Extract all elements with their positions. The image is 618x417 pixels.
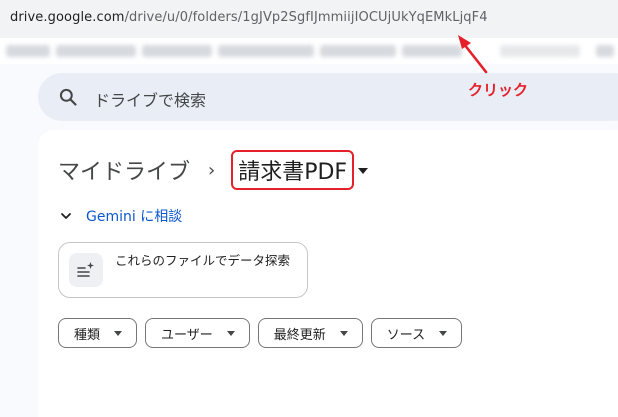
chevron-down-icon[interactable] bbox=[60, 210, 72, 222]
bookmark-blur bbox=[320, 45, 396, 57]
bookmark-blur bbox=[596, 45, 614, 57]
bookmark-blur bbox=[218, 45, 314, 57]
search-icon[interactable] bbox=[58, 87, 78, 107]
gemini-label-suffix: に相談 bbox=[135, 209, 183, 225]
filter-bar: 種類 ユーザー 最終更新 ソース bbox=[58, 318, 463, 348]
gemini-brand: Gemini bbox=[86, 209, 136, 225]
breadcrumb: マイドライブ › 請求書PDF bbox=[58, 150, 369, 190]
breadcrumb-my-drive[interactable]: マイドライブ bbox=[58, 154, 190, 186]
breadcrumb-separator: › bbox=[208, 159, 216, 181]
url-domain: drive.google.com bbox=[10, 10, 125, 25]
search-input[interactable]: ドライブで検索 bbox=[94, 87, 206, 111]
list-sparkle-icon bbox=[77, 262, 94, 277]
filter-type[interactable]: 種類 bbox=[58, 318, 138, 348]
bookmarks-bar bbox=[0, 38, 618, 64]
explore-data-suggestion[interactable]: これらのファイルでデータ探索 bbox=[58, 242, 308, 298]
content-card: マイドライブ › 請求書PDF Gemini に相談 これらのファイルでデータ探… bbox=[38, 130, 618, 417]
filter-label: 種類 bbox=[74, 327, 101, 343]
filter-modified[interactable]: 最終更新 bbox=[257, 318, 363, 348]
explore-data-label: これらのファイルでデータ探索 bbox=[115, 253, 291, 268]
address-bar[interactable]: drive.google.com/drive/u/0/folders/1gJVp… bbox=[0, 0, 618, 38]
bookmark-blur bbox=[56, 45, 136, 57]
filter-source[interactable]: ソース bbox=[370, 318, 463, 348]
search-bar[interactable]: ドライブで検索 bbox=[38, 73, 618, 121]
caret-down-icon[interactable] bbox=[358, 168, 369, 174]
breadcrumb-current-folder[interactable]: 請求書PDF bbox=[231, 150, 355, 190]
caret-down-icon bbox=[114, 330, 123, 336]
filter-people[interactable]: ユーザー bbox=[145, 318, 250, 348]
gemini-ask-label: Gemini に相談 bbox=[86, 206, 182, 226]
filter-label: 最終更新 bbox=[273, 327, 326, 343]
gemini-ask-toggle[interactable]: Gemini に相談 bbox=[60, 206, 182, 226]
bookmark-blur bbox=[6, 45, 50, 57]
filter-label: ユーザー bbox=[161, 327, 213, 343]
bookmark-blur bbox=[142, 45, 212, 57]
screenshot: drive.google.com/drive/u/0/folders/1gJVp… bbox=[0, 0, 618, 417]
bookmark-blur bbox=[500, 45, 580, 57]
url-text[interactable]: drive.google.com/drive/u/0/folders/1gJVp… bbox=[10, 10, 488, 25]
caret-down-icon bbox=[439, 330, 448, 336]
annotation-click-label: クリック bbox=[468, 81, 529, 99]
caret-down-icon bbox=[339, 330, 348, 336]
url-path: /drive/u/0/folders/1gJVp2SgfIJmmiijIOCUj… bbox=[124, 10, 488, 25]
filter-label: ソース bbox=[386, 327, 426, 343]
caret-down-icon bbox=[226, 330, 235, 336]
bookmark-blur bbox=[402, 45, 462, 57]
list-sparkle-icon-box bbox=[69, 253, 103, 287]
drive-app: ドライブで検索 マイドライブ › 請求書PDF Gemini に相談 これらのフ… bbox=[0, 64, 618, 417]
